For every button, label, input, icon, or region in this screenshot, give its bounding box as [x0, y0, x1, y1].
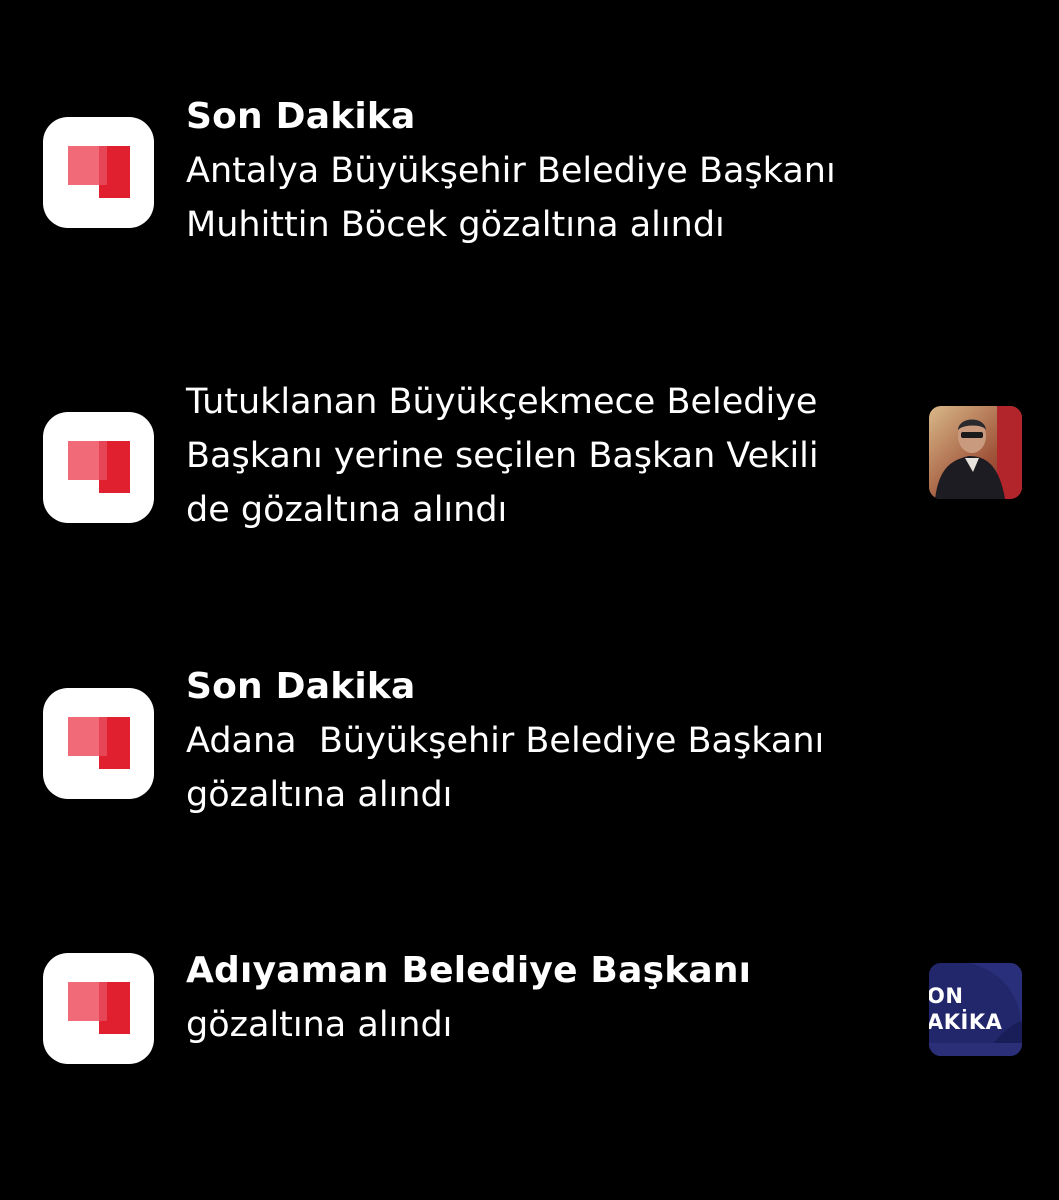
thumbnail-text-line: AKİKA: [929, 1010, 1003, 1034]
notification-body-line: Muhittin Böcek gözaltına alındı: [186, 205, 725, 245]
son-dakika-app-icon: [43, 953, 154, 1064]
son-dakika-banner: ON AKİKA: [929, 963, 1022, 1056]
son-dakika-app-icon: [43, 688, 154, 799]
notification-title: Adıyaman Belediye Başkanı: [186, 950, 752, 991]
notification-text: Son Dakika Adana Büyükşehir Belediye Baş…: [186, 660, 906, 822]
notification-text: Adıyaman Belediye Başkanı gözaltına alın…: [186, 944, 906, 1052]
notification-body-line: Tutuklanan Büyükçekmece Belediye: [186, 382, 818, 422]
notification-body-line: Başkanı yerine seçilen Başkan Vekili: [186, 436, 819, 476]
notification-body-line: gözaltına alındı: [186, 775, 453, 815]
notification-title: Son Dakika: [186, 666, 416, 707]
man-in-suit-photo: [929, 406, 1022, 499]
notification-text: Son Dakika Antalya Büyükşehir Belediye B…: [186, 90, 906, 252]
notification-body-line: Adana Büyükşehir Belediye Başkanı: [186, 721, 825, 761]
son-dakika-app-icon: [43, 117, 154, 228]
notification-body-line: Antalya Büyükşehir Belediye Başkanı: [186, 151, 836, 191]
notification-title: Son Dakika: [186, 96, 416, 137]
thumbnail-text-line: ON: [929, 984, 964, 1008]
notification-text: Tutuklanan Büyükçekmece Belediye Başkanı…: [186, 375, 906, 537]
notification-body-line: gözaltına alındı: [186, 1005, 453, 1045]
notification-body-line: de gözaltına alındı: [186, 490, 508, 530]
son-dakika-app-icon: [43, 412, 154, 523]
